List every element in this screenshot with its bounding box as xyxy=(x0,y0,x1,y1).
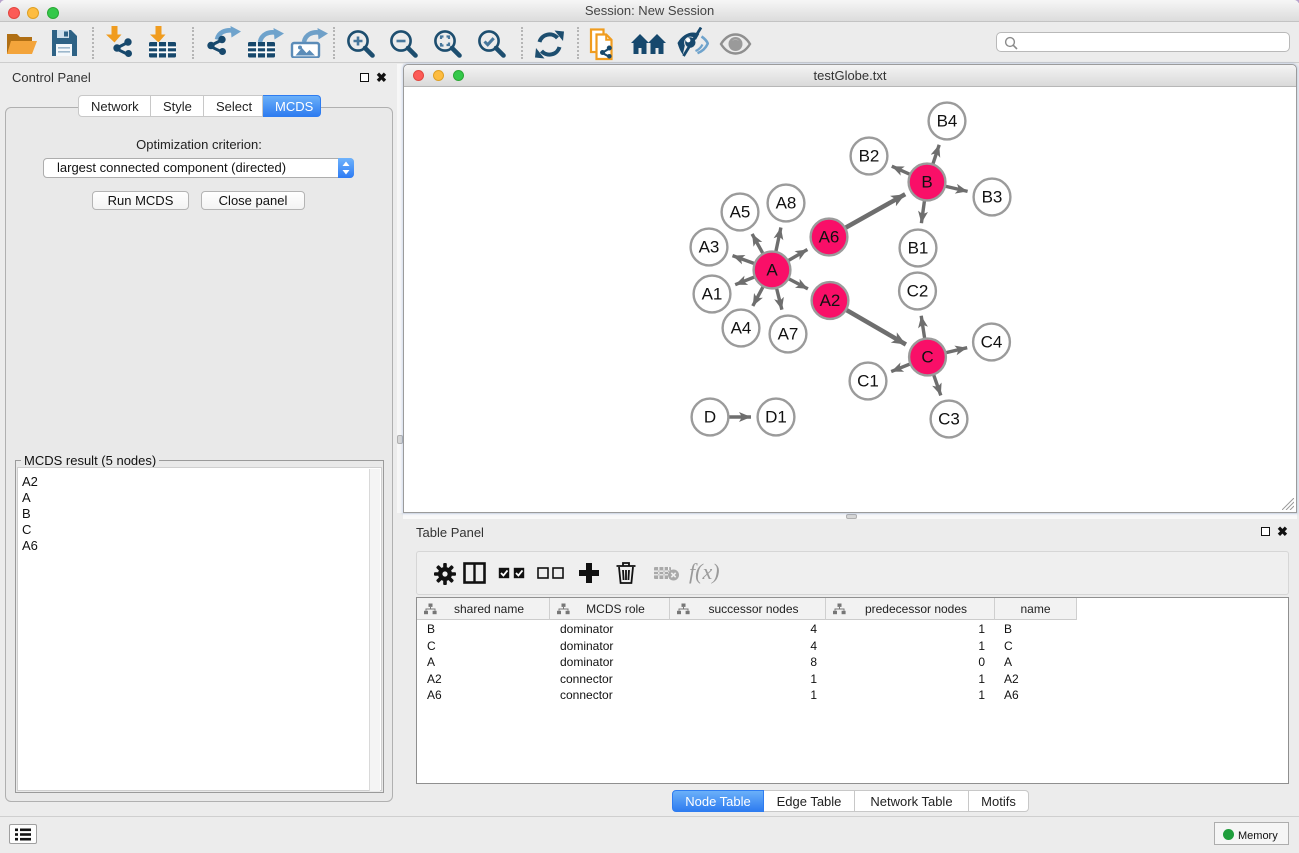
svg-text:A4: A4 xyxy=(731,319,752,338)
svg-text:A6: A6 xyxy=(819,228,840,247)
svg-text:C: C xyxy=(921,348,933,367)
svg-text:C1: C1 xyxy=(857,372,879,391)
svg-text:B4: B4 xyxy=(937,112,958,131)
svg-text:D1: D1 xyxy=(765,408,787,427)
svg-text:C2: C2 xyxy=(907,282,929,301)
svg-text:A5: A5 xyxy=(730,203,751,222)
svg-text:A8: A8 xyxy=(776,194,797,213)
svg-text:D: D xyxy=(704,408,716,427)
svg-text:A1: A1 xyxy=(702,285,723,304)
svg-text:B1: B1 xyxy=(908,239,929,258)
svg-text:B3: B3 xyxy=(982,188,1003,207)
svg-text:A2: A2 xyxy=(820,291,841,310)
svg-text:A3: A3 xyxy=(699,238,720,257)
svg-text:B2: B2 xyxy=(859,147,880,166)
svg-text:A7: A7 xyxy=(778,325,799,344)
svg-text:B: B xyxy=(921,173,932,192)
svg-text:A: A xyxy=(766,261,778,280)
svg-text:C3: C3 xyxy=(938,410,960,429)
svg-text:C4: C4 xyxy=(981,333,1003,352)
